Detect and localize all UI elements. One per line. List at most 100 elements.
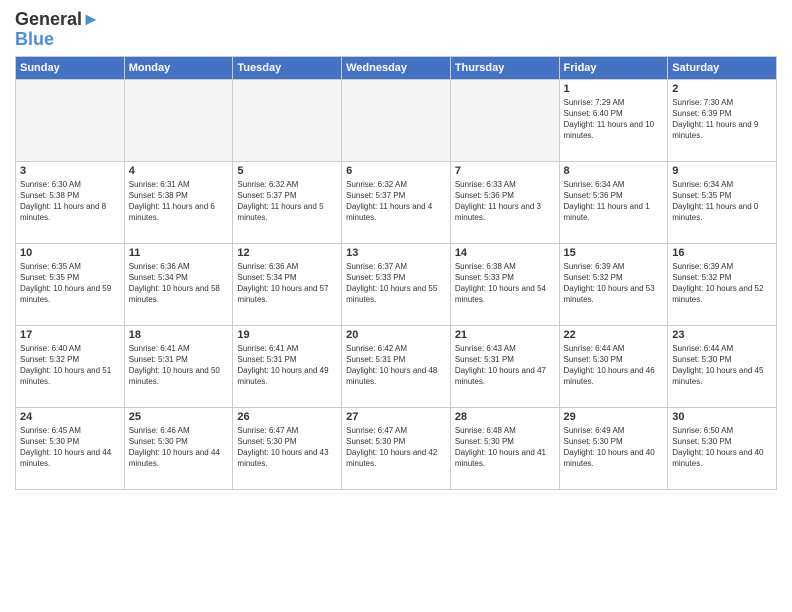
day-cell: 15 Sunrise: 6:39 AMSunset: 5:32 PMDayligh… xyxy=(559,243,668,325)
day-cell: 24 Sunrise: 6:45 AMSunset: 5:30 PMDayligh… xyxy=(16,407,125,489)
week-row-2: 3 Sunrise: 6:30 AMSunset: 5:38 PMDaylight… xyxy=(16,161,777,243)
day-cell: 25 Sunrise: 6:46 AMSunset: 5:30 PMDayligh… xyxy=(124,407,233,489)
day-info: Sunrise: 6:39 AMSunset: 5:32 PMDaylight:… xyxy=(672,261,772,306)
day-number: 7 xyxy=(455,165,555,177)
day-info: Sunrise: 6:31 AMSunset: 5:38 PMDaylight:… xyxy=(129,179,229,224)
day-cell: 16 Sunrise: 6:39 AMSunset: 5:32 PMDayligh… xyxy=(668,243,777,325)
day-info: Sunrise: 6:47 AMSunset: 5:30 PMDaylight:… xyxy=(346,425,446,470)
day-number: 14 xyxy=(455,247,555,259)
day-cell xyxy=(450,79,559,161)
header: General► Blue xyxy=(15,10,777,50)
day-number: 27 xyxy=(346,411,446,423)
day-number: 19 xyxy=(237,329,337,341)
day-info: Sunrise: 6:38 AMSunset: 5:33 PMDaylight:… xyxy=(455,261,555,306)
day-info: Sunrise: 6:44 AMSunset: 5:30 PMDaylight:… xyxy=(564,343,664,388)
day-number: 12 xyxy=(237,247,337,259)
day-number: 16 xyxy=(672,247,772,259)
week-row-5: 24 Sunrise: 6:45 AMSunset: 5:30 PMDayligh… xyxy=(16,407,777,489)
weekday-monday: Monday xyxy=(124,56,233,79)
day-cell: 4 Sunrise: 6:31 AMSunset: 5:38 PMDaylight… xyxy=(124,161,233,243)
day-cell: 7 Sunrise: 6:33 AMSunset: 5:36 PMDaylight… xyxy=(450,161,559,243)
day-number: 22 xyxy=(564,329,664,341)
day-info: Sunrise: 7:30 AMSunset: 6:39 PMDaylight:… xyxy=(672,97,772,142)
day-cell: 9 Sunrise: 6:34 AMSunset: 5:35 PMDaylight… xyxy=(668,161,777,243)
day-cell: 19 Sunrise: 6:41 AMSunset: 5:31 PMDayligh… xyxy=(233,325,342,407)
day-info: Sunrise: 6:41 AMSunset: 5:31 PMDaylight:… xyxy=(129,343,229,388)
day-cell: 10 Sunrise: 6:35 AMSunset: 5:35 PMDayligh… xyxy=(16,243,125,325)
day-info: Sunrise: 6:39 AMSunset: 5:32 PMDaylight:… xyxy=(564,261,664,306)
day-number: 30 xyxy=(672,411,772,423)
day-info: Sunrise: 6:40 AMSunset: 5:32 PMDaylight:… xyxy=(20,343,120,388)
day-number: 24 xyxy=(20,411,120,423)
day-number: 15 xyxy=(564,247,664,259)
day-cell: 26 Sunrise: 6:47 AMSunset: 5:30 PMDayligh… xyxy=(233,407,342,489)
day-cell: 6Sunrise: 6:32 AMSunset: 5:37 PMDaylight… xyxy=(342,161,451,243)
day-info: Sunrise: 6:36 AMSunset: 5:34 PMDaylight:… xyxy=(237,261,337,306)
weekday-saturday: Saturday xyxy=(668,56,777,79)
day-number: 17 xyxy=(20,329,120,341)
day-info: Sunrise: 6:41 AMSunset: 5:31 PMDaylight:… xyxy=(237,343,337,388)
day-info: Sunrise: 6:47 AMSunset: 5:30 PMDaylight:… xyxy=(237,425,337,470)
day-cell: 21 Sunrise: 6:43 AMSunset: 5:31 PMDayligh… xyxy=(450,325,559,407)
day-info: Sunrise: 6:45 AMSunset: 5:30 PMDaylight:… xyxy=(20,425,120,470)
weekday-sunday: Sunday xyxy=(16,56,125,79)
day-number: 11 xyxy=(129,247,229,259)
day-info: Sunrise: 6:49 AMSunset: 5:30 PMDaylight:… xyxy=(564,425,664,470)
day-cell: 27 Sunrise: 6:47 AMSunset: 5:30 PMDayligh… xyxy=(342,407,451,489)
day-info: Sunrise: 6:30 AMSunset: 5:38 PMDaylight:… xyxy=(20,179,120,224)
day-cell: 12 Sunrise: 6:36 AMSunset: 5:34 PMDayligh… xyxy=(233,243,342,325)
day-info: Sunrise: 6:33 AMSunset: 5:36 PMDaylight:… xyxy=(455,179,555,224)
day-cell: 3 Sunrise: 6:30 AMSunset: 5:38 PMDaylight… xyxy=(16,161,125,243)
day-info: Sunrise: 7:29 AMSunset: 6:40 PMDaylight:… xyxy=(564,97,664,142)
weekday-friday: Friday xyxy=(559,56,668,79)
day-number: 18 xyxy=(129,329,229,341)
day-number: 26 xyxy=(237,411,337,423)
day-cell xyxy=(16,79,125,161)
day-number: 4 xyxy=(129,165,229,177)
day-cell: 11 Sunrise: 6:36 AMSunset: 5:34 PMDayligh… xyxy=(124,243,233,325)
week-row-1: 1 Sunrise: 7:29 AMSunset: 6:40 PMDaylight… xyxy=(16,79,777,161)
day-cell: 13 Sunrise: 6:37 AMSunset: 5:33 PMDayligh… xyxy=(342,243,451,325)
logo-text2: Blue xyxy=(15,30,54,50)
day-info: Sunrise: 6:42 AMSunset: 5:31 PMDaylight:… xyxy=(346,343,446,388)
day-cell: 14 Sunrise: 6:38 AMSunset: 5:33 PMDayligh… xyxy=(450,243,559,325)
weekday-tuesday: Tuesday xyxy=(233,56,342,79)
weekday-wednesday: Wednesday xyxy=(342,56,451,79)
week-row-3: 10 Sunrise: 6:35 AMSunset: 5:35 PMDayligh… xyxy=(16,243,777,325)
day-cell: 22 Sunrise: 6:44 AMSunset: 5:30 PMDayligh… xyxy=(559,325,668,407)
day-cell: 2Sunrise: 7:30 AMSunset: 6:39 PMDaylight… xyxy=(668,79,777,161)
day-number: 9 xyxy=(672,165,772,177)
day-cell xyxy=(233,79,342,161)
day-number: 5 xyxy=(237,165,337,177)
day-number: 1 xyxy=(564,83,664,95)
main-container: General► Blue SundayMondayTuesdayWednesd… xyxy=(0,0,792,495)
day-number: 25 xyxy=(129,411,229,423)
day-cell: 1 Sunrise: 7:29 AMSunset: 6:40 PMDaylight… xyxy=(559,79,668,161)
day-info: Sunrise: 6:46 AMSunset: 5:30 PMDaylight:… xyxy=(129,425,229,470)
day-info: Sunrise: 6:35 AMSunset: 5:35 PMDaylight:… xyxy=(20,261,120,306)
day-info: Sunrise: 6:32 AMSunset: 5:37 PMDaylight:… xyxy=(237,179,337,224)
day-number: 29 xyxy=(564,411,664,423)
day-info: Sunrise: 6:36 AMSunset: 5:34 PMDaylight:… xyxy=(129,261,229,306)
day-cell: 28Sunrise: 6:48 AMSunset: 5:30 PMDayligh… xyxy=(450,407,559,489)
day-number: 10 xyxy=(20,247,120,259)
day-info: Sunrise: 6:50 AMSunset: 5:30 PMDaylight:… xyxy=(672,425,772,470)
day-number: 21 xyxy=(455,329,555,341)
day-number: 8 xyxy=(564,165,664,177)
day-info: Sunrise: 6:34 AMSunset: 5:36 PMDaylight:… xyxy=(564,179,664,224)
calendar-table: SundayMondayTuesdayWednesdayThursdayFrid… xyxy=(15,56,777,490)
day-number: 20 xyxy=(346,329,446,341)
day-info: Sunrise: 6:34 AMSunset: 5:35 PMDaylight:… xyxy=(672,179,772,224)
day-number: 13 xyxy=(346,247,446,259)
logo-text: General► xyxy=(15,10,100,30)
day-number: 3 xyxy=(20,165,120,177)
day-cell xyxy=(342,79,451,161)
day-info: Sunrise: 6:32 AMSunset: 5:37 PMDaylight:… xyxy=(346,179,446,224)
day-info: Sunrise: 6:43 AMSunset: 5:31 PMDaylight:… xyxy=(455,343,555,388)
day-cell xyxy=(124,79,233,161)
weekday-thursday: Thursday xyxy=(450,56,559,79)
day-cell: 8 Sunrise: 6:34 AMSunset: 5:36 PMDaylight… xyxy=(559,161,668,243)
day-info: Sunrise: 6:44 AMSunset: 5:30 PMDaylight:… xyxy=(672,343,772,388)
day-cell: 5 Sunrise: 6:32 AMSunset: 5:37 PMDaylight… xyxy=(233,161,342,243)
day-info: Sunrise: 6:37 AMSunset: 5:33 PMDaylight:… xyxy=(346,261,446,306)
